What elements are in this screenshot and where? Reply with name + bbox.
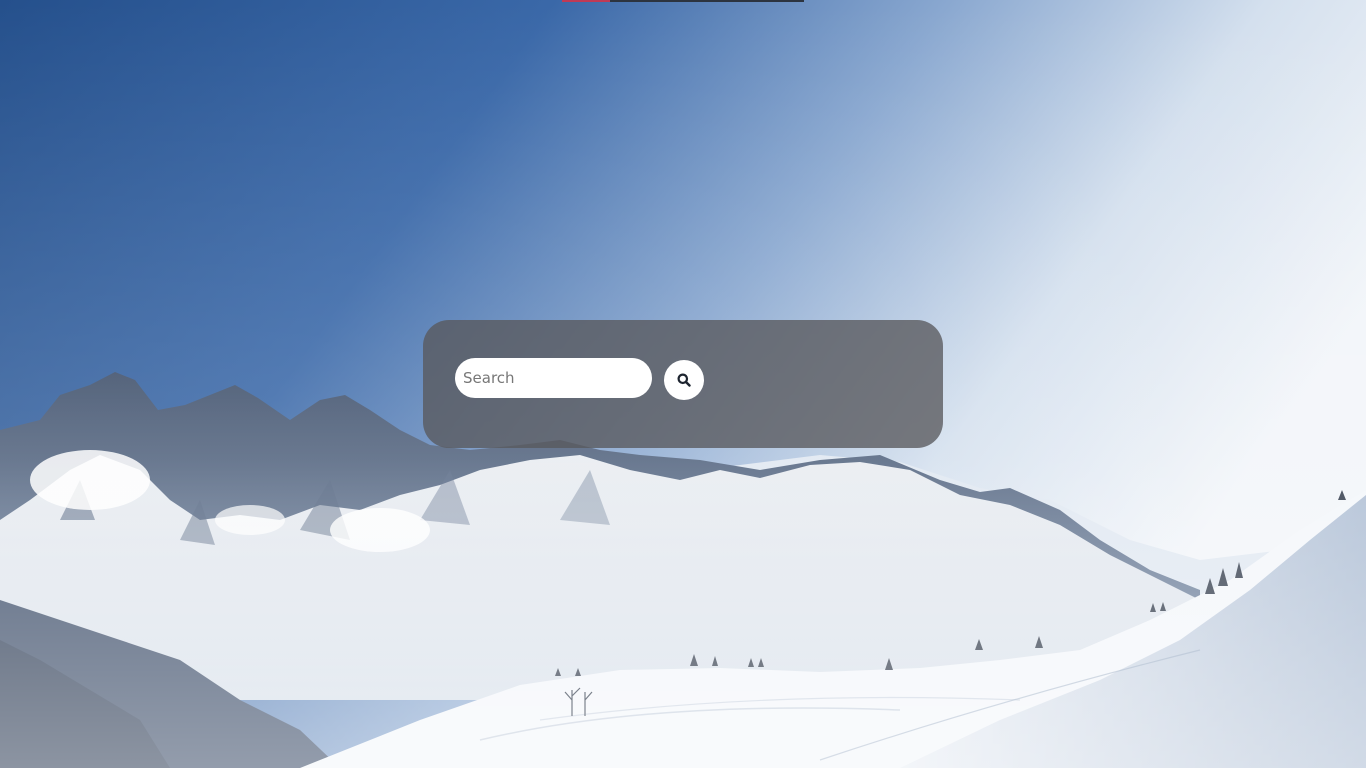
top-bar-accent (562, 0, 610, 2)
search-button[interactable] (664, 360, 704, 400)
search-icon (677, 373, 691, 387)
page (0, 0, 1366, 768)
search-input[interactable] (455, 358, 652, 398)
top-loading-bar (562, 0, 804, 2)
search-panel (423, 320, 943, 448)
